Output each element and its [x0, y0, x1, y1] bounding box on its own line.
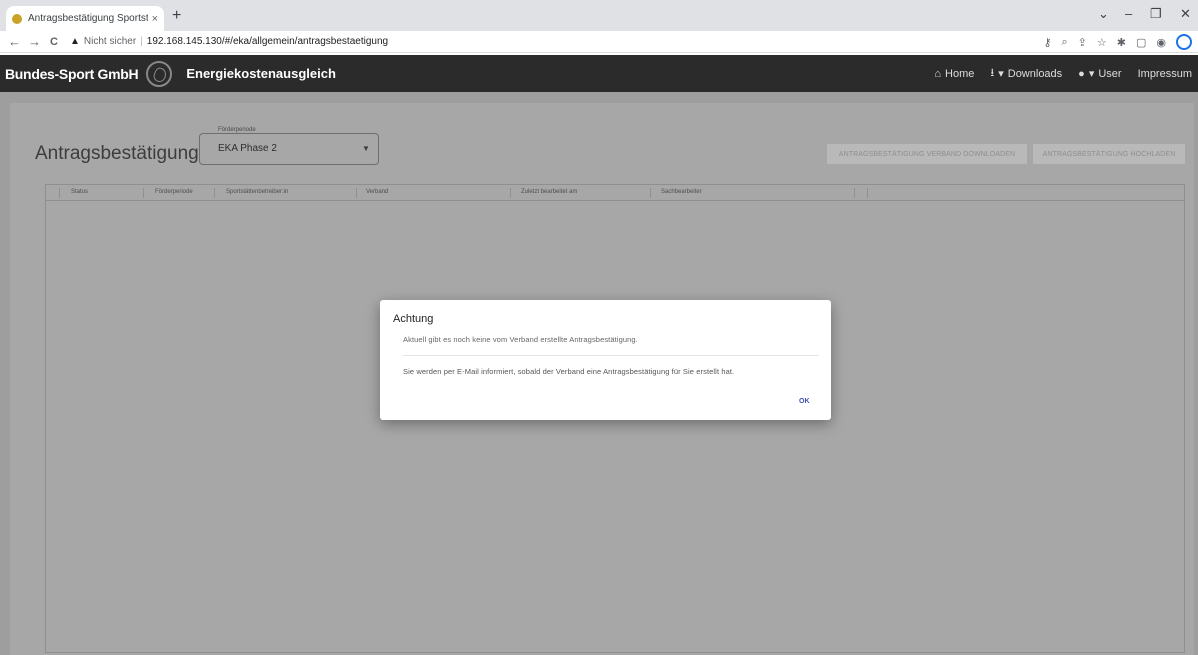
- dialog-message-secondary: Sie werden per E-Mail informiert, sobald…: [403, 367, 735, 376]
- page-title: Antragsbestätigung: [35, 143, 199, 164]
- back-icon[interactable]: ←: [8, 34, 21, 49]
- profile-avatar[interactable]: [1176, 34, 1192, 50]
- column-separator: [650, 188, 651, 198]
- share-icon[interactable]: ⇪: [1078, 36, 1087, 49]
- tab-title: Antragsbestätigung Sportstätten: [28, 13, 148, 24]
- close-window-icon[interactable]: ✕: [1180, 6, 1191, 22]
- column-separator: [510, 188, 511, 198]
- column-header-clerk[interactable]: Sachbearbeiter: [661, 189, 702, 195]
- column-header-operator[interactable]: Sportstättenbetreiber:in: [226, 189, 288, 195]
- browser-actions: ⚷ ⌕ ⇪ ☆ ✱ ▢ ◉: [1043, 31, 1198, 53]
- chevron-down-icon[interactable]: ▼: [362, 144, 370, 153]
- column-header-association[interactable]: Verband: [366, 189, 388, 195]
- column-separator: [867, 188, 868, 198]
- warning-icon: ▲: [70, 36, 80, 47]
- extensions-icon[interactable]: ✱: [1117, 36, 1126, 49]
- download-confirmation-button[interactable]: ANTRAGSBESTÄTIGUNG VERBAND DOWNLOADEN: [827, 144, 1027, 164]
- nav-user[interactable]: ● ▾ User: [1078, 67, 1122, 81]
- minimize-icon[interactable]: –: [1125, 6, 1132, 21]
- column-separator: [143, 188, 144, 198]
- url-text: 192.168.145.130/#/eka/allgemein/antragsb…: [146, 36, 389, 47]
- browser-tab[interactable]: Antragsbestätigung Sportstätten ×: [6, 6, 164, 31]
- nav-impressum-label: Impressum: [1137, 67, 1192, 80]
- nav-home[interactable]: ⌂ Home: [934, 68, 974, 80]
- bookmark-star-icon[interactable]: ☆: [1097, 36, 1107, 49]
- reload-icon[interactable]: C: [48, 36, 60, 48]
- sidepanel-icon[interactable]: ▢: [1136, 36, 1146, 49]
- favicon-icon: [12, 13, 22, 24]
- column-header-last-edited[interactable]: Zuletzt bearbeitet am: [521, 189, 577, 195]
- brand-logo: [146, 60, 173, 87]
- home-icon: ⌂: [934, 67, 942, 80]
- nav-downloads-label: Downloads: [1007, 67, 1063, 80]
- period-select-value: EKA Phase 2: [218, 143, 277, 154]
- app-title[interactable]: Energiekostenausgleich: [186, 66, 336, 81]
- browser-toolbar: ← → C ▲ Nicht sicher | 192.168.145.130/#…: [0, 31, 1198, 53]
- dialog-message-primary: Aktuell gibt es noch keine vom Verband e…: [403, 335, 638, 344]
- column-header-status[interactable]: Status: [71, 189, 88, 195]
- nav-user-label: User: [1098, 67, 1122, 80]
- nav-downloads[interactable]: ⭳ ▾ Downloads: [990, 64, 1062, 83]
- address-separator: |: [140, 36, 143, 47]
- chevron-down-icon: ▾: [998, 68, 1004, 80]
- upload-confirmation-button[interactable]: ANTRAGSBESTÄTIGUNG HOCHLADEN: [1033, 144, 1185, 164]
- zoom-icon[interactable]: ⌕: [1062, 36, 1068, 49]
- alert-dialog: Achtung Aktuell gibt es noch keine vom V…: [380, 300, 831, 420]
- table-header: Status Förderperiode Sportstättenbetreib…: [46, 185, 1184, 201]
- column-header-period[interactable]: Förderperiode: [155, 189, 193, 195]
- dialog-title: Achtung: [393, 313, 434, 325]
- browser-tabstrip: Antragsbestätigung Sportstätten × + ⌄ – …: [0, 0, 1198, 31]
- app-nav: ⌂ Home ⭳ ▾ Downloads ● ▾ User Impressum: [934, 55, 1192, 92]
- period-select-label: Förderperiode: [216, 127, 258, 133]
- insecure-label: Nicht sicher: [83, 36, 137, 47]
- download-icon: ⭳: [990, 67, 995, 79]
- nav-impressum[interactable]: Impressum: [1138, 68, 1192, 80]
- user-icon: ●: [1078, 67, 1085, 80]
- column-separator: [59, 188, 60, 198]
- tab-close-icon[interactable]: ×: [152, 13, 158, 25]
- forward-icon[interactable]: →: [28, 34, 41, 49]
- new-tab-button[interactable]: +: [172, 7, 181, 25]
- restore-icon[interactable]: ❐: [1150, 6, 1162, 22]
- dialog-divider: [403, 355, 819, 356]
- ok-button[interactable]: OK: [799, 398, 810, 405]
- tab-search-icon[interactable]: ⌄: [1098, 6, 1109, 22]
- column-separator: [854, 188, 855, 198]
- address-bar[interactable]: ▲ Nicht sicher | 192.168.145.130/#/eka/a…: [70, 33, 1050, 51]
- app-navbar: Bundes-Sport GmbH Energiekostenausgleich…: [0, 55, 1198, 92]
- nav-home-label: Home: [945, 67, 975, 80]
- profile-icon[interactable]: ◉: [1156, 36, 1166, 49]
- column-separator: [356, 188, 357, 198]
- column-separator: [214, 188, 215, 198]
- brand-name[interactable]: Bundes-Sport GmbH: [5, 66, 139, 82]
- chevron-down-icon: ▾: [1088, 68, 1095, 80]
- key-icon[interactable]: ⚷: [1043, 36, 1051, 49]
